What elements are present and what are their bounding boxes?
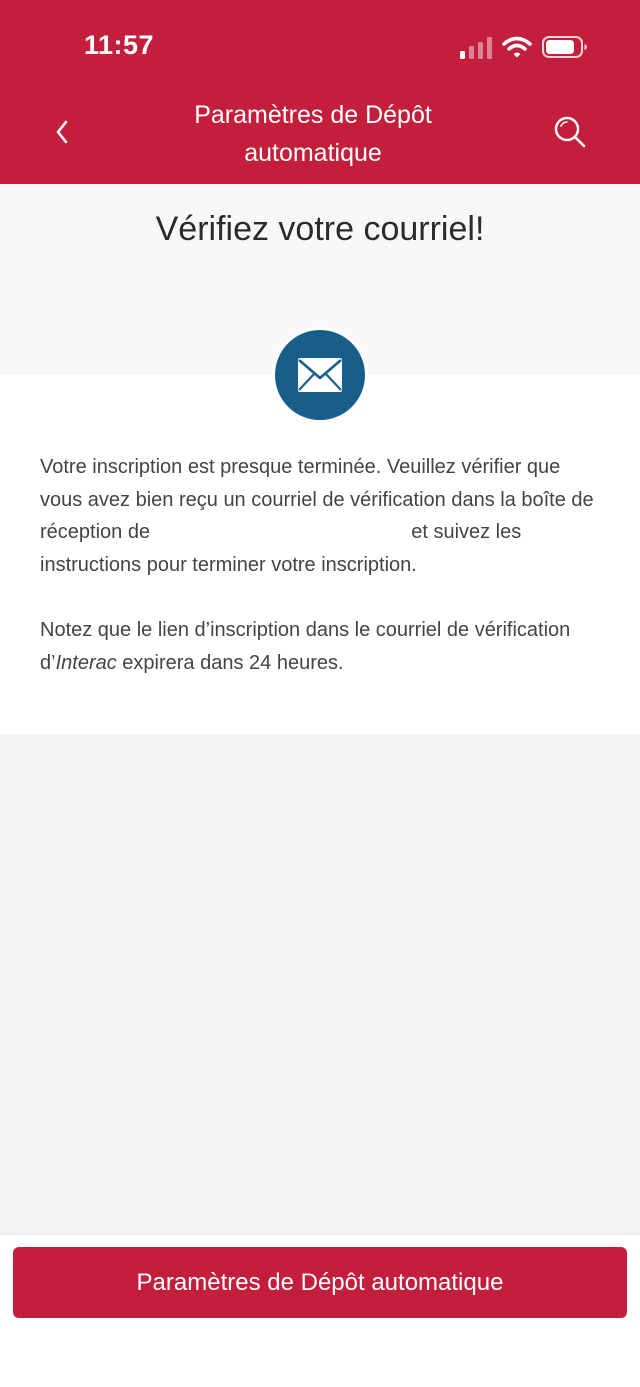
status-time: 11:57 xyxy=(84,30,155,60)
expiry-notice-paragraph: Notez que le lien d’inscription dans le … xyxy=(40,614,600,679)
envelope-icon xyxy=(298,358,342,392)
instructions-paragraph: Votre inscription est presque terminée. … xyxy=(40,451,600,581)
battery-icon xyxy=(542,36,587,58)
wifi-icon xyxy=(502,36,532,58)
page-title: Paramètres de Dépôt automatique xyxy=(194,101,432,167)
cellular-signal-icon xyxy=(460,37,492,59)
back-button[interactable] xyxy=(40,108,84,156)
page: 11:57 Paramètres de Dépôt automatique Vé… xyxy=(0,0,640,1387)
status-icons xyxy=(456,34,596,60)
search-icon xyxy=(554,116,586,148)
interac-brand-text: Interac xyxy=(55,651,117,674)
expiry-text-end: expirera dans 24 heures. xyxy=(116,651,344,674)
envelope-badge xyxy=(272,327,368,423)
search-button[interactable] xyxy=(548,110,592,154)
autodeposit-settings-button[interactable]: Paramètres de Dépôt automatique xyxy=(13,1247,627,1318)
chevron-left-icon xyxy=(56,120,68,144)
app-header: 11:57 Paramètres de Dépôt automatique xyxy=(0,0,640,184)
verify-email-heading: Vérifiez votre courriel! xyxy=(155,210,485,248)
